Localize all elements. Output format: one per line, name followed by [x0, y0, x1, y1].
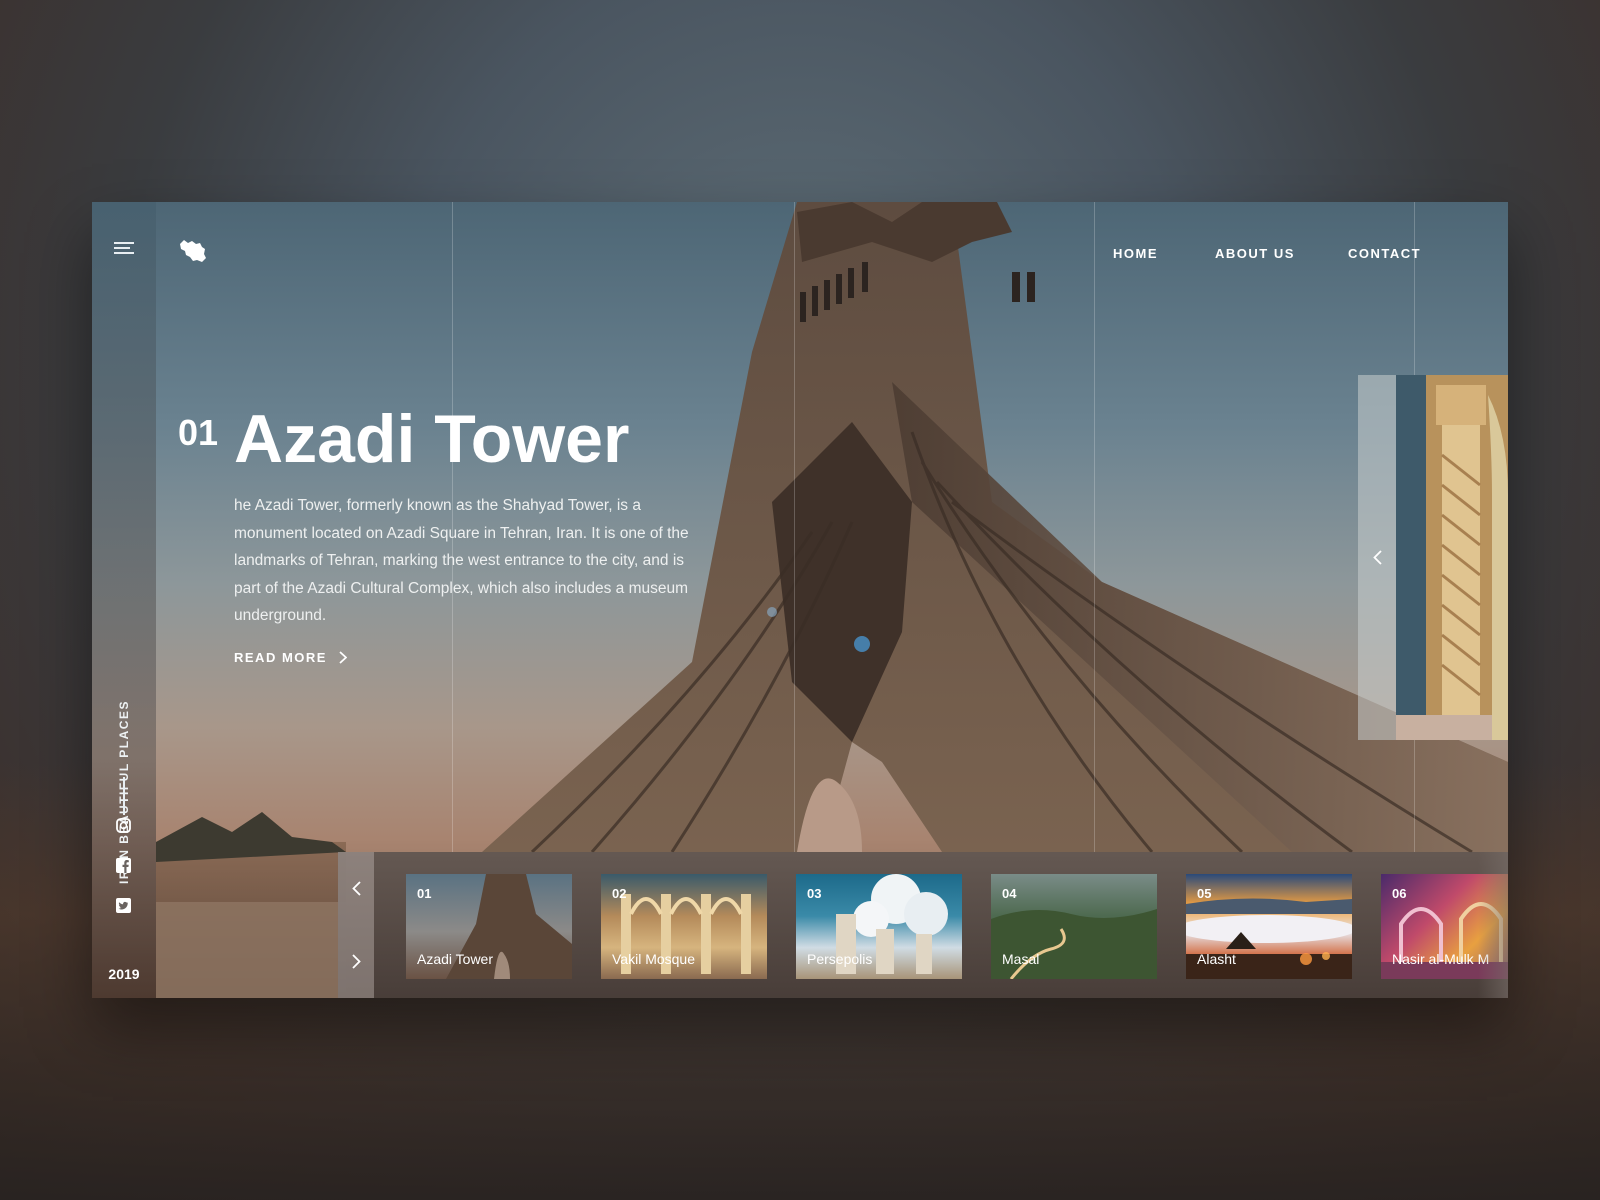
chevron-left-icon	[1372, 550, 1382, 565]
sidebar-divider	[123, 777, 125, 815]
hero-description: he Azadi Tower, formerly known as the Sh…	[234, 497, 689, 624]
gallery-item-name: Masal	[1002, 951, 1040, 967]
guide-line	[1094, 202, 1095, 852]
gallery-item-name: Azadi Tower	[417, 951, 494, 967]
gallery-item-name: Persepolis	[807, 951, 873, 967]
gallery-item-number: 05	[1197, 886, 1212, 901]
gallery-item-alasht[interactable]: 05 Alasht	[1186, 874, 1352, 979]
gallery-strip: 01 Azadi Tower 02 Vakil Mosque 03 Persep…	[338, 852, 1508, 998]
chevron-right-icon	[339, 651, 347, 664]
instagram-icon[interactable]	[115, 817, 132, 834]
gallery-item-number: 04	[1002, 886, 1017, 901]
gallery-item-number: 02	[612, 886, 627, 901]
vakil-mosque-preview-image	[1396, 375, 1508, 740]
gallery-item-azadi-tower[interactable]: 01 Azadi Tower	[406, 874, 572, 979]
sidebar: IRAN BEAUTIFUL PLACES 2019	[92, 202, 156, 998]
gallery-item-masal[interactable]: 04 Masal	[991, 874, 1157, 979]
hero-number: 01	[178, 412, 219, 453]
gallery-prev-button[interactable]	[338, 852, 374, 925]
gallery-item-number: 01	[417, 886, 432, 901]
gallery-item-number: 06	[1392, 886, 1407, 901]
gallery-item-number: 03	[807, 886, 822, 901]
read-more-link[interactable]: READ MORE	[234, 650, 347, 665]
gallery-item-persepolis[interactable]: 03 Persepolis	[796, 874, 962, 979]
next-slide-preview	[1358, 375, 1508, 740]
hero-frame: IRAN BEAUTIFUL PLACES 2019 HOME ABOUT US…	[92, 202, 1508, 998]
nav-about-us[interactable]: ABOUT US	[1215, 246, 1295, 261]
gallery-item-name: Vakil Mosque	[612, 951, 696, 967]
chevron-left-icon	[351, 881, 361, 896]
gallery-next-button[interactable]	[338, 925, 374, 998]
nav-contact[interactable]: CONTACT	[1348, 246, 1421, 261]
facebook-icon[interactable]	[115, 857, 132, 874]
hero-title: Azadi Tower	[234, 401, 630, 477]
gallery-item-vakil-mosque[interactable]: 02 Vakil Mosque	[601, 874, 767, 979]
previous-slide-button[interactable]	[1358, 375, 1396, 740]
gallery-item-name: Alasht	[1197, 951, 1236, 967]
twitter-icon[interactable]	[115, 897, 132, 914]
gallery-fade	[1478, 852, 1508, 998]
chevron-right-icon	[351, 954, 361, 969]
gallery-item-name: Nasir al-Mulk M	[1392, 951, 1490, 967]
guide-line	[794, 202, 795, 852]
nav-home[interactable]: HOME	[1113, 246, 1158, 261]
read-more-label: READ MORE	[234, 650, 327, 665]
gallery-nav	[338, 852, 374, 998]
year-label: 2019	[108, 966, 140, 982]
hamburger-menu-icon[interactable]	[114, 242, 134, 256]
iran-map-icon[interactable]	[178, 238, 208, 269]
